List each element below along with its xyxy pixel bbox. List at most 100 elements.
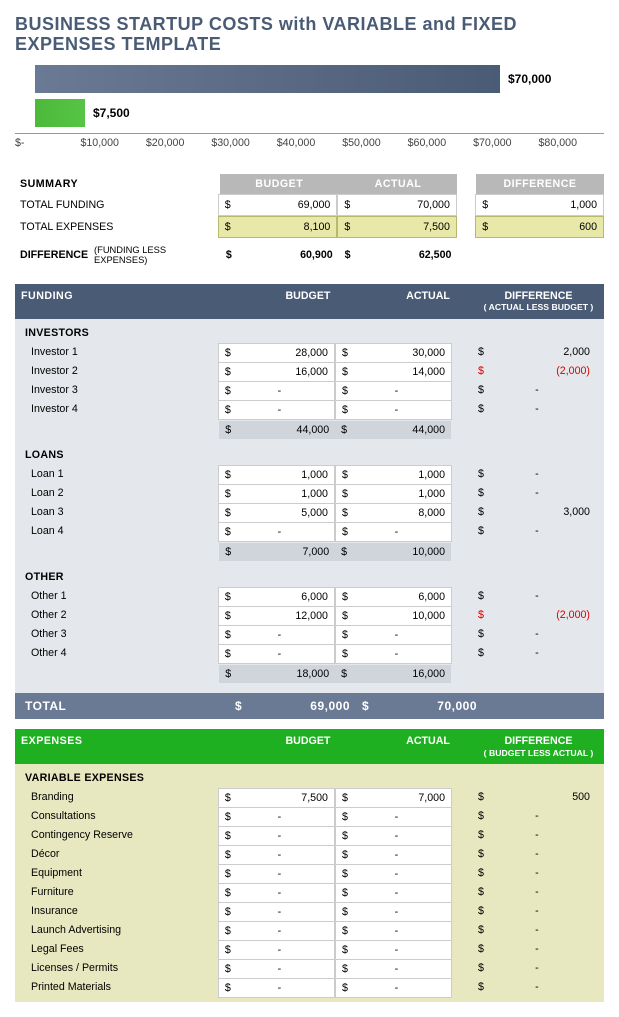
cell-actual[interactable]: $-: [335, 940, 452, 959]
summary-row: TOTAL FUNDING$69,000$70,000$1,000: [15, 194, 604, 216]
cell-budget[interactable]: $12,000: [218, 606, 335, 625]
cell-actual[interactable]: $1,000: [335, 484, 452, 503]
row-label: Branding: [21, 788, 218, 807]
cell-actual[interactable]: $1,000: [335, 465, 452, 484]
cell-actual[interactable]: $10,000: [335, 606, 452, 625]
axis-tick: $20,000: [146, 137, 211, 149]
cell-actual[interactable]: $70,000: [337, 194, 457, 216]
cell-budget[interactable]: $16,000: [218, 362, 335, 381]
group-title: INVESTORS: [15, 323, 604, 343]
subtotal-row: $44,000$44,000: [15, 421, 604, 439]
row-label: Other 2: [21, 606, 218, 625]
cell-budget[interactable]: $1,000: [218, 484, 335, 503]
row-label: Investor 3: [21, 381, 218, 400]
cell-diff: $-: [470, 807, 598, 826]
cell-budget[interactable]: $-: [218, 522, 335, 542]
funding-total-row: TOTAL $69,000 $70,000: [15, 693, 604, 719]
cell-actual[interactable]: $-: [335, 883, 452, 902]
cell-budget[interactable]: $-: [218, 902, 335, 921]
cell-diff: $-: [470, 864, 598, 883]
cell-budget[interactable]: $69,000: [218, 194, 338, 216]
row-label: Printed Materials: [21, 978, 218, 998]
cell-actual[interactable]: $-: [335, 522, 452, 542]
cell-budget[interactable]: $-: [218, 400, 335, 420]
cell-budget[interactable]: $-: [218, 826, 335, 845]
cell-diff: $-: [470, 826, 598, 845]
cell-budget[interactable]: $-: [218, 845, 335, 864]
cell-diff: $-: [470, 587, 598, 606]
table-row: Branding$7,500$7,000 $500: [15, 788, 604, 807]
cell-actual[interactable]: $-: [335, 978, 452, 998]
cell-budget[interactable]: $-: [218, 883, 335, 902]
axis-tick: $70,000: [473, 137, 538, 149]
cell-actual[interactable]: $-: [335, 921, 452, 940]
bar-chart: $70,000 $7,500 $-$10,000$20,000$30,000$4…: [15, 65, 604, 149]
row-label: Loan 2: [21, 484, 218, 503]
cell-budget[interactable]: $1,000: [218, 465, 335, 484]
row-label: Loan 4: [21, 522, 218, 542]
axis-tick: $-: [15, 137, 80, 149]
cell-budget[interactable]: $-: [218, 921, 335, 940]
cell-actual[interactable]: $-: [335, 644, 452, 664]
cell-actual[interactable]: $-: [335, 902, 452, 921]
cell-actual[interactable]: $8,000: [335, 503, 452, 522]
summary-section: SUMMARY BUDGET ACTUAL DIFFERENCE TOTAL F…: [15, 174, 604, 269]
subtotal-actual: $44,000: [335, 421, 451, 439]
cell-diff: $-: [470, 400, 598, 420]
subtotal-actual: $16,000: [335, 665, 451, 683]
group-title: VARIABLE EXPENSES: [15, 768, 604, 788]
cell-budget[interactable]: $-: [218, 978, 335, 998]
cell-actual[interactable]: $-: [335, 400, 452, 420]
expenses-section: EXPENSES BUDGET ACTUAL DIFFERENCE( BUDGE…: [15, 729, 604, 1002]
row-label: Furniture: [21, 883, 218, 902]
table-row: Décor$-$-$-: [15, 845, 604, 864]
row-label: Investor 4: [21, 400, 218, 420]
cell-budget[interactable]: $-: [218, 625, 335, 644]
cell-budget[interactable]: $7,500: [218, 788, 335, 807]
cell-actual[interactable]: $30,000: [335, 343, 452, 362]
summary-actual-header: ACTUAL: [339, 174, 458, 194]
table-row: Launch Advertising$-$-$-: [15, 921, 604, 940]
page-title: BUSINESS STARTUP COSTS with VARIABLE and…: [15, 15, 604, 55]
cell-budget[interactable]: $5,000: [218, 503, 335, 522]
table-row: Insurance$-$-$-: [15, 902, 604, 921]
cell-diff: $500: [470, 788, 598, 807]
cell-budget[interactable]: $6,000: [218, 587, 335, 606]
cell-actual[interactable]: $14,000: [335, 362, 452, 381]
cell-actual[interactable]: $-: [335, 381, 452, 400]
cell-diff: $-: [470, 902, 598, 921]
cell-budget[interactable]: $28,000: [218, 343, 335, 362]
cell-actual[interactable]: $-: [335, 845, 452, 864]
cell-actual[interactable]: $7,500: [337, 216, 457, 238]
summary-row-label: TOTAL EXPENSES: [15, 216, 218, 238]
cell-actual[interactable]: $-: [335, 864, 452, 883]
cell-budget[interactable]: $-: [218, 381, 335, 400]
cell-budget[interactable]: $-: [218, 807, 335, 826]
cell-diff: $-: [470, 883, 598, 902]
table-row: Investor 3$-$-$-: [15, 381, 604, 400]
cell-diff: $(2,000): [470, 606, 598, 625]
cell-actual[interactable]: $6,000: [335, 587, 452, 606]
cell-diff: $-: [470, 845, 598, 864]
subtotal-budget: $44,000: [219, 421, 335, 439]
bar-funding-label: $70,000: [508, 72, 551, 86]
row-label: Other 1: [21, 587, 218, 606]
subtotal-actual: $10,000: [335, 543, 451, 561]
cell-diff: $600: [475, 216, 604, 238]
cell-actual[interactable]: $-: [335, 826, 452, 845]
cell-actual[interactable]: $-: [335, 959, 452, 978]
row-label: Décor: [21, 845, 218, 864]
cell-budget[interactable]: $-: [218, 644, 335, 664]
bar-funding: [35, 65, 500, 93]
cell-diff: $-: [470, 644, 598, 664]
cell-actual[interactable]: $7,000: [335, 788, 452, 807]
cell-budget[interactable]: $-: [218, 959, 335, 978]
axis-tick: $40,000: [277, 137, 342, 149]
cell-actual[interactable]: $-: [335, 625, 452, 644]
cell-budget[interactable]: $-: [218, 864, 335, 883]
row-label: Consultations: [21, 807, 218, 826]
cell-budget[interactable]: $-: [218, 940, 335, 959]
cell-actual[interactable]: $-: [335, 807, 452, 826]
table-row: Investor 4$-$-$-: [15, 400, 604, 420]
cell-budget[interactable]: $8,100: [218, 216, 338, 238]
